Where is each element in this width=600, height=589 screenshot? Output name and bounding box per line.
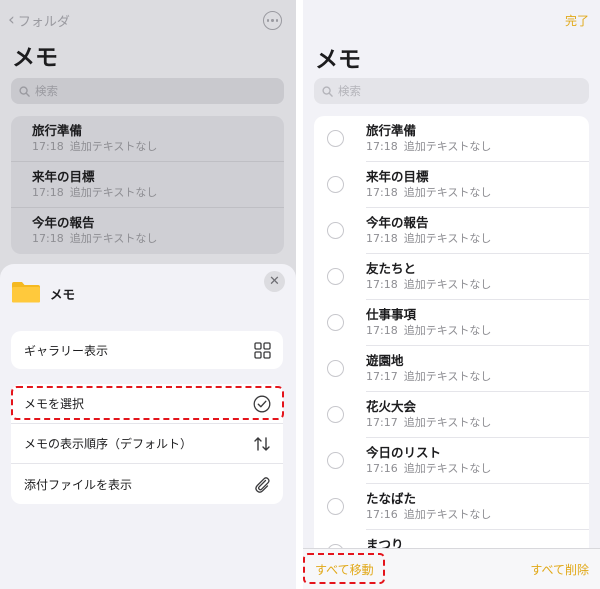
note-time: 17:17 xyxy=(366,370,398,383)
select-radio[interactable] xyxy=(327,452,344,469)
note-title: 来年の目標 xyxy=(32,169,95,184)
search-placeholder: 検索 xyxy=(338,84,361,98)
note-title: 今年の報告 xyxy=(32,215,95,230)
list-item[interactable]: 花火大会 17:17 追加テキストなし xyxy=(314,392,589,438)
sheet-folder-name: メモ xyxy=(50,287,76,302)
back-label: フォルダ xyxy=(17,14,70,30)
search-input[interactable]: 検索 xyxy=(11,78,284,104)
highlight-frame xyxy=(11,386,284,420)
search-icon xyxy=(19,85,30,97)
note-title: たなばた xyxy=(366,491,417,506)
list-item[interactable]: 友たちと 17:18 追加テキストなし xyxy=(314,254,589,300)
list-item[interactable]: 今日のリスト 17:16 追加テキストなし xyxy=(314,438,589,484)
note-time: 17:18 xyxy=(366,232,398,245)
note-title: 友たちと xyxy=(366,261,417,276)
delete-all-button[interactable]: すべて削除 xyxy=(530,561,589,578)
select-radio[interactable] xyxy=(327,406,344,423)
list-item[interactable]: 遊園地 17:17 追加テキストなし xyxy=(314,346,589,392)
note-subtitle: 追加テキストなし xyxy=(403,232,492,245)
list-item[interactable]: まつり xyxy=(314,530,589,548)
note-title: まつり xyxy=(366,537,404,548)
list-item[interactable]: 来年の目標 17:18 追加テキストなし xyxy=(314,162,589,208)
note-title: 旅行準備 xyxy=(32,123,83,138)
search-placeholder: 検索 xyxy=(35,84,58,98)
back-button[interactable]: ‹ フォルダ xyxy=(8,10,70,30)
right-screen: 完了 メモ 検索 旅行準備 17:18 追加テキストなし 来年の目標 17:18 追… xyxy=(303,0,600,589)
note-time: 17:17 xyxy=(366,416,398,429)
list-item[interactable]: 来年の目標 17:18 追加テキストなし xyxy=(11,162,284,208)
select-radio[interactable] xyxy=(327,222,344,239)
note-time: 17:16 xyxy=(366,462,398,475)
note-title: 仕事事項 xyxy=(366,307,417,322)
note-time: 17:18 xyxy=(32,140,64,153)
gallery-view-label: ギャラリー表示 xyxy=(24,343,109,358)
note-time: 17:18 xyxy=(366,324,398,337)
note-title: 花火大会 xyxy=(366,399,417,414)
page-title: メモ xyxy=(315,47,361,73)
close-button[interactable]: ✕ xyxy=(264,271,285,292)
paperclip-icon xyxy=(255,477,270,493)
note-title: 旅行準備 xyxy=(366,123,417,138)
folder-icon xyxy=(12,282,40,303)
select-radio[interactable] xyxy=(327,360,344,377)
note-subtitle: 追加テキストなし xyxy=(69,140,158,153)
gallery-view-button[interactable]: ギャラリー表示 xyxy=(11,331,283,369)
left-screen: ‹ フォルダ メモ 検索 旅行準備 17:18 追加テキストなし 来年の目標 17… xyxy=(0,0,296,589)
view-attachments-button[interactable]: 添付ファイルを表示 xyxy=(11,464,283,504)
grid-icon xyxy=(254,341,271,359)
search-input[interactable]: 検索 xyxy=(314,78,589,104)
note-subtitle: 追加テキストなし xyxy=(69,232,158,245)
note-subtitle: 追加テキストなし xyxy=(403,324,492,337)
select-radio[interactable] xyxy=(327,130,344,147)
note-time: 17:18 xyxy=(366,186,398,199)
note-title: 今年の報告 xyxy=(366,215,429,230)
bottom-toolbar: すべて移動 すべて削除 xyxy=(303,548,600,589)
sort-order-label: メモの表示順序（デフォルト） xyxy=(24,437,193,451)
select-radio[interactable] xyxy=(327,268,344,285)
note-subtitle: 追加テキストなし xyxy=(403,416,492,429)
page-title: メモ xyxy=(12,45,58,71)
note-title: 来年の目標 xyxy=(366,169,429,184)
chevron-left-icon: ‹ xyxy=(8,9,15,30)
search-icon xyxy=(322,85,333,97)
list-item[interactable]: 今年の報告 17:18 追加テキストなし xyxy=(11,208,284,254)
list-item[interactable]: たなばた 17:16 追加テキストなし xyxy=(314,484,589,530)
options-sheet: メモ ✕ ギャラリー表示 メモを選択 メモの表示順序（デフォルト） 添付ファイル… xyxy=(0,264,296,589)
note-time: 17:18 xyxy=(366,278,398,291)
move-all-button[interactable]: すべて移動 xyxy=(315,561,374,578)
note-subtitle: 追加テキストなし xyxy=(69,186,158,199)
select-radio[interactable] xyxy=(327,498,344,515)
note-time: 17:16 xyxy=(366,508,398,521)
note-time: 17:18 xyxy=(32,186,64,199)
note-time: 17:18 xyxy=(32,232,64,245)
select-radio[interactable] xyxy=(327,176,344,193)
sort-arrows-icon xyxy=(254,436,270,451)
note-subtitle: 追加テキストなし xyxy=(403,508,492,521)
close-icon: ✕ xyxy=(269,274,280,289)
list-item[interactable]: 旅行準備 17:18 追加テキストなし xyxy=(11,116,284,162)
note-title: 遊園地 xyxy=(366,353,404,368)
view-attachments-label: 添付ファイルを表示 xyxy=(24,477,133,492)
sort-order-button[interactable]: メモの表示順序（デフォルト） xyxy=(11,424,283,464)
note-subtitle: 追加テキストなし xyxy=(403,462,492,475)
done-button[interactable]: 完了 xyxy=(565,12,589,29)
note-list: 旅行準備 17:18 追加テキストなし 来年の目標 17:18 追加テキストなし 今… xyxy=(11,116,284,254)
list-item[interactable]: 仕事事項 17:18 追加テキストなし xyxy=(314,300,589,346)
select-radio[interactable] xyxy=(327,314,344,331)
note-title: 今日のリスト xyxy=(366,445,442,460)
list-item[interactable]: 今年の報告 17:18 追加テキストなし xyxy=(314,208,589,254)
note-time: 17:18 xyxy=(366,140,398,153)
list-item[interactable]: 旅行準備 17:18 追加テキストなし xyxy=(314,116,589,162)
note-subtitle: 追加テキストなし xyxy=(403,140,492,153)
note-subtitle: 追加テキストなし xyxy=(403,370,492,383)
note-subtitle: 追加テキストなし xyxy=(403,278,492,291)
selectable-note-list: 旅行準備 17:18 追加テキストなし 来年の目標 17:18 追加テキストなし 今… xyxy=(314,116,589,548)
more-options-icon[interactable] xyxy=(263,11,282,30)
note-subtitle: 追加テキストなし xyxy=(403,186,492,199)
